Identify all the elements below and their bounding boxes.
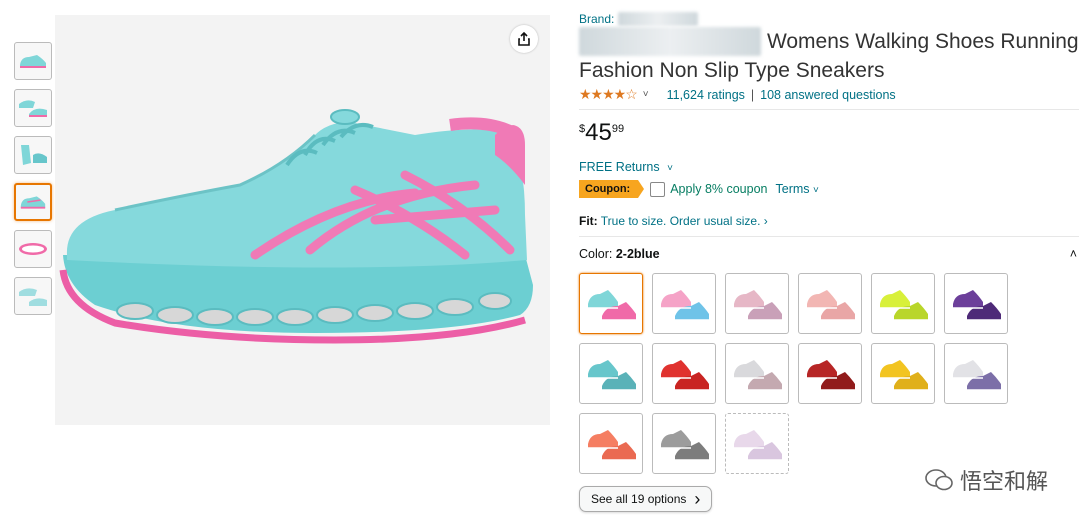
free-returns-link[interactable]: FREE Returns ˅	[579, 160, 1079, 174]
color-swatch-4[interactable]	[798, 273, 862, 334]
chevron-right-icon[interactable]: ›	[764, 214, 768, 228]
color-swatch-9[interactable]	[725, 343, 789, 404]
color-swatch-13[interactable]	[579, 413, 643, 474]
coupon-badge: Coupon:	[579, 180, 645, 198]
shoe-swatch-icon	[880, 359, 928, 391]
shoe-swatch-icon	[807, 359, 855, 391]
color-label: Color:	[579, 247, 613, 261]
watermark-text: 悟空和解	[959, 469, 1048, 494]
wechat-icon	[925, 469, 953, 491]
coupon-terms-link[interactable]: Terms ˅	[776, 182, 819, 196]
shoe-swatch-icon	[734, 289, 782, 321]
color-swatch-10[interactable]	[798, 343, 862, 404]
color-swatch-6[interactable]	[944, 273, 1008, 334]
price-whole: 45	[585, 119, 612, 146]
share-icon[interactable]	[510, 25, 538, 53]
shoe-swatch-icon	[661, 289, 709, 321]
shoe-swatch-icon	[588, 429, 636, 461]
selected-color: 2-2blue	[615, 247, 660, 261]
color-swatch-grid	[579, 273, 1079, 474]
see-all-label: See all 19 options	[591, 492, 687, 506]
chevron-down-icon: ˅	[667, 163, 673, 174]
shoe-swatch-icon	[734, 359, 782, 391]
color-swatch-2[interactable]	[652, 273, 716, 334]
chevron-down-icon[interactable]: ˅	[643, 89, 649, 100]
brand-name-blurred: XXXXXXXXXX	[617, 12, 698, 26]
color-swatch-15[interactable]	[725, 413, 789, 474]
shoe-swatch-icon	[953, 359, 1001, 391]
color-swatch-8[interactable]	[652, 343, 716, 404]
apply-coupon-label[interactable]: Apply 8% coupon	[670, 182, 767, 196]
chevron-down-icon: ˅	[813, 185, 819, 196]
price: $ 45 99	[579, 120, 1079, 146]
free-returns-label: FREE Returns	[579, 160, 660, 174]
chevron-up-icon[interactable]: ˄	[1070, 247, 1077, 261]
wechat-watermark: 悟空和解	[924, 464, 1048, 496]
shoe-swatch-icon	[880, 289, 928, 321]
thumbnail-4-selected[interactable]	[14, 183, 52, 221]
shoe-swatch-icon	[588, 289, 636, 321]
shoe-swatch-icon	[588, 359, 636, 391]
color-swatch-5[interactable]	[871, 273, 935, 334]
answered-questions-link[interactable]: 108 answered questions	[760, 88, 896, 102]
color-swatch-7[interactable]	[579, 343, 643, 404]
thumbnail-strip	[14, 42, 54, 324]
thumbnail-3[interactable]	[14, 136, 52, 174]
divider	[579, 109, 1079, 110]
product-title: XXXXXXXXXXXXX Womens Walking Shoes Runni…	[579, 27, 1079, 85]
product-details: Brand: XXXXXXXXXX XXXXXXXXXXXXX Womens W…	[579, 12, 1079, 512]
ratings-link[interactable]: 11,624 ratings	[667, 88, 745, 102]
brand-label: Brand:	[579, 12, 615, 26]
color-swatch-12[interactable]	[944, 343, 1008, 404]
coupon-row: Coupon: Apply 8% coupon Terms ˅	[579, 180, 1079, 198]
shoe-swatch-icon	[661, 359, 709, 391]
thumbnail-2[interactable]	[14, 89, 52, 127]
thumbnail-6[interactable]	[14, 277, 52, 315]
color-swatch-3[interactable]	[725, 273, 789, 334]
sneaker-illustration	[59, 109, 533, 344]
shoe-swatch-icon	[953, 289, 1001, 321]
see-all-options-button[interactable]: See all 19 options ›	[579, 486, 713, 512]
coupon-checkbox[interactable]	[650, 181, 666, 197]
rating-row: ★★★★☆ ˅ 11,624 ratings | 108 answered qu…	[579, 86, 1079, 103]
thumbnail-1[interactable]	[14, 42, 52, 80]
fit-text-link[interactable]: True to size. Order usual size.	[601, 214, 761, 228]
color-swatch-1[interactable]	[579, 273, 643, 334]
color-selector-header[interactable]: Color: 2-2blue ˄	[579, 236, 1079, 261]
price-fraction: 99	[611, 123, 625, 135]
brand-link[interactable]: Brand: XXXXXXXXXX	[579, 12, 1079, 26]
chevron-right-icon: ›	[694, 489, 701, 509]
star-rating-icon[interactable]: ★★★★☆	[579, 86, 638, 103]
thumbnail-5[interactable]	[14, 230, 52, 268]
terms-label: Terms	[775, 182, 810, 196]
color-swatch-11[interactable]	[871, 343, 935, 404]
separator: |	[750, 87, 755, 102]
fit-label: Fit:	[579, 214, 598, 228]
shoe-swatch-icon	[661, 429, 709, 461]
color-swatch-14[interactable]	[652, 413, 716, 474]
fit-info: Fit: True to size. Order usual size. ›	[579, 214, 1079, 228]
main-product-image[interactable]	[55, 15, 550, 425]
shoe-swatch-icon	[807, 289, 855, 321]
title-prefix-blurred: XXXXXXXXXXXXX	[579, 27, 762, 56]
shoe-swatch-icon	[734, 429, 782, 461]
